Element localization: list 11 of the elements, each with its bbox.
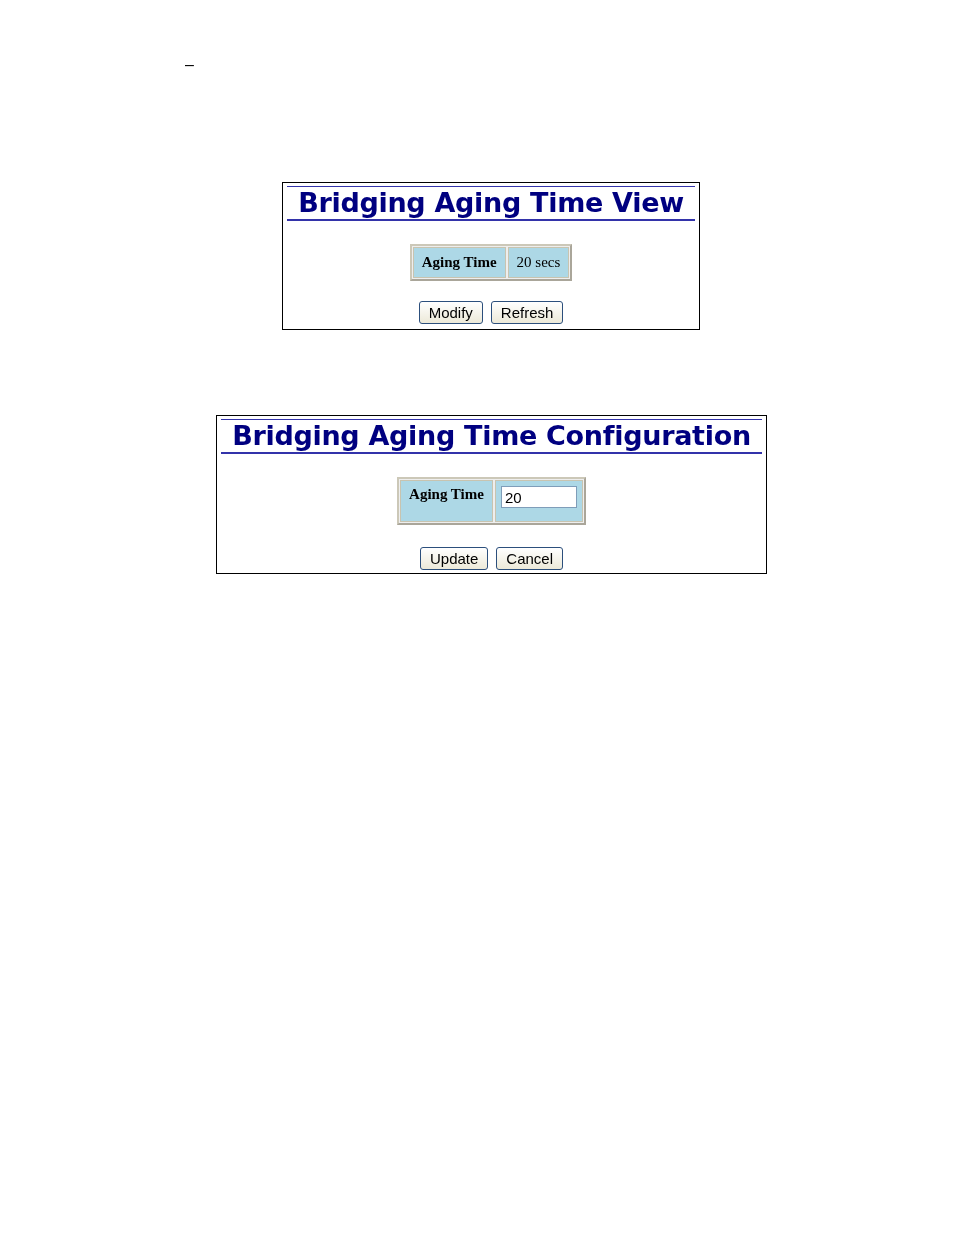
page-title: Bridging Aging Time Configuration [221,419,762,454]
input-field[interactable]: 20 [500,486,577,508]
form-button[interactable]: Modify [418,301,483,324]
table-cell: 20 secs [507,247,570,278]
table-header: Aging Time [400,480,493,522]
page-title: Bridging Aging Time View [287,186,695,221]
form-button[interactable]: Cancel [496,547,564,570]
table-header: Aging Time [412,247,506,278]
form-button[interactable]: Update [419,547,489,570]
form-button[interactable]: Refresh [490,301,564,324]
dash-mark: – [185,56,194,74]
